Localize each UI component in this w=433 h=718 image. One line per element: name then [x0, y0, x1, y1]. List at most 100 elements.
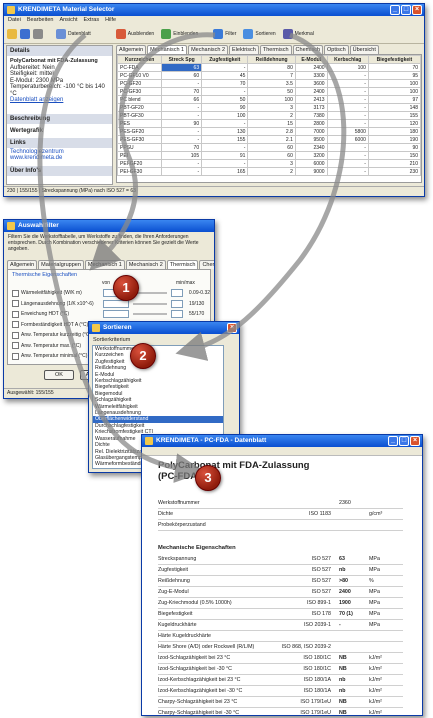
- menu-extras[interactable]: Extras: [84, 16, 100, 25]
- hide-button[interactable]: Ausblenden: [114, 28, 156, 40]
- print-icon[interactable]: [33, 29, 43, 39]
- datasheet-minimize-button[interactable]: _: [388, 436, 398, 446]
- table-row[interactable]: PC-FDA 63-80 2400 100 70: [117, 63, 421, 72]
- save-icon[interactable]: [20, 29, 30, 39]
- menu-datei[interactable]: Datei: [8, 16, 21, 25]
- filter-checkbox[interactable]: [12, 310, 19, 318]
- datasheet-button[interactable]: Datenblatt: [54, 28, 93, 40]
- minimize-button[interactable]: _: [390, 5, 400, 15]
- menu-hilfe[interactable]: Hilfe: [105, 16, 116, 25]
- filter-checkbox[interactable]: [12, 321, 19, 329]
- hide-label: Ausblenden: [127, 31, 155, 37]
- filter-slider[interactable]: [133, 302, 167, 305]
- sort-icon: [243, 29, 254, 39]
- table-row[interactable]: PEI-GF30-165 2 9000-230: [117, 167, 421, 176]
- sort-close-button[interactable]: ×: [227, 323, 237, 333]
- filter-slider[interactable]: [133, 313, 167, 316]
- table-row[interactable]: PPSU 70-60 2340-90: [117, 143, 421, 152]
- filter-from-input[interactable]: [103, 310, 129, 319]
- filter-to-input[interactable]: [171, 299, 183, 308]
- link-1[interactable]: www.krendimeta.de: [10, 155, 109, 162]
- show-button[interactable]: Einblenden: [159, 28, 200, 40]
- tab-mechanisch-2[interactable]: Mechanisch 2: [188, 45, 229, 54]
- column-header[interactable]: Zugfestigkeit: [201, 55, 249, 64]
- table-row[interactable]: PC-GF30 70-50 2400-100: [117, 87, 421, 96]
- main-window: KRENDIMETA Material Selector _ □ × Datei…: [3, 3, 425, 197]
- table-row[interactable]: PBT-GF20-90 3 3173-148: [117, 103, 421, 112]
- table-row[interactable]: PC-GF20-70 3.5 3600-100: [117, 79, 421, 88]
- maximize-button[interactable]: □: [401, 5, 411, 15]
- filter-tab-materialgruppen[interactable]: Materialgruppen: [38, 260, 84, 269]
- property-value: >80: [339, 578, 348, 584]
- tab-mechanisch-1[interactable]: Mechanisch 1: [147, 45, 188, 54]
- property-label: Kugeldruckhärte: [158, 622, 197, 628]
- tab-thermisch[interactable]: Thermisch: [259, 45, 292, 54]
- filter-tab-thermisch[interactable]: Thermisch: [166, 260, 199, 269]
- tab-chemisch[interactable]: Chemisch: [292, 45, 323, 54]
- column-header[interactable]: E-Modul: [294, 55, 328, 64]
- filter-checkbox[interactable]: [12, 300, 19, 308]
- filter-tab-allgemein[interactable]: Allgemein: [7, 260, 38, 269]
- tab-elektrisch[interactable]: Elektrisch: [229, 45, 259, 54]
- menu-ansicht[interactable]: Ansicht: [59, 16, 77, 25]
- datasheet-maximize-button[interactable]: □: [399, 436, 409, 446]
- filter-button[interactable]: Filter: [211, 28, 238, 40]
- tab-optisch[interactable]: Optisch: [324, 45, 349, 54]
- table-cell: 150: [367, 151, 421, 160]
- property-norm: ISO 180/1C: [303, 655, 331, 661]
- filter-item-label: Wärmeleitfähigkeit (W/K m): [21, 290, 82, 297]
- table-row[interactable]: PBT-GF30-100 2 7380-155: [117, 111, 421, 120]
- column-header[interactable]: Kerbschlag: [326, 55, 369, 64]
- table-cell: 60: [247, 143, 296, 152]
- column-header[interactable]: Kurzzeichen: [117, 55, 163, 64]
- table-row[interactable]: PEI 105 91 60 3200-150: [117, 151, 421, 160]
- property-norm: ISO 180/1C: [303, 666, 331, 672]
- filter-checkbox[interactable]: [12, 342, 19, 350]
- table-row[interactable]: PES 90-15 2800-120: [117, 119, 421, 128]
- filter-tab-mechanisch-2[interactable]: Mechanisch 2: [125, 260, 166, 269]
- tab-uebersicht[interactable]: Übersicht: [349, 45, 379, 54]
- table-cell: -: [326, 79, 369, 88]
- filter-tab-chemisch[interactable]: Chemisch: [199, 260, 214, 269]
- table-row[interactable]: PC blend 66 50 100 2413-97: [117, 95, 421, 104]
- filter-tab-mechanisch-1[interactable]: Mechanisch 1: [84, 260, 125, 269]
- table-cell: -: [161, 135, 203, 144]
- datasheet-titlebar[interactable]: KRENDIMETA - PC-FDA - Datenblatt _ □ ×: [142, 435, 422, 447]
- datasheet-link[interactable]: Datenblatt anzeigen: [10, 97, 109, 104]
- datasheet-row: Zug-Kriechmodul (0.5% 1000h) ISO 899-1 190…: [158, 598, 403, 609]
- column-header[interactable]: Streck Spg: [161, 55, 203, 64]
- filter-to-input[interactable]: [171, 310, 183, 319]
- feature-button[interactable]: Merkmal: [281, 28, 316, 40]
- table-panel: Allgemein Mechanisch 1 Mechanisch 2 Elek…: [116, 45, 422, 185]
- filter-to-input[interactable]: [170, 289, 183, 298]
- table-cell: 2.1: [247, 135, 296, 144]
- table-cell: 45: [201, 71, 249, 80]
- sort-button[interactable]: Sortieren: [241, 28, 277, 40]
- hide-icon: [115, 29, 126, 39]
- tab-allgemein[interactable]: Allgemein: [116, 45, 147, 54]
- table-cell: 165: [201, 167, 249, 176]
- table-row[interactable]: PEI-GF20- -3 6000-210: [117, 159, 421, 168]
- close-button[interactable]: ×: [412, 5, 422, 15]
- filter-checkbox[interactable]: [12, 352, 19, 360]
- table-row[interactable]: PES-GF30-155 2.1 9500 6000 190: [117, 135, 421, 144]
- table-row[interactable]: PES-GF20-130 2.8 7000 5800 180: [117, 127, 421, 136]
- property-norm: ISO 899-1: [306, 600, 331, 606]
- filter-checkbox[interactable]: [12, 331, 19, 339]
- filter-titlebar[interactable]: Auswahlfilter: [4, 220, 214, 232]
- column-header[interactable]: Reißdehnung: [247, 55, 296, 64]
- datasheet-close-button[interactable]: ×: [410, 436, 420, 446]
- table-cell: 100: [367, 87, 421, 96]
- column-header[interactable]: Biegefestigkeit: [367, 55, 421, 64]
- open-icon[interactable]: [7, 29, 17, 39]
- property-norm: ISO 2039-1: [303, 622, 331, 628]
- filter-checkbox[interactable]: [12, 289, 19, 297]
- property-norm: [273, 498, 339, 508]
- sort-titlebar[interactable]: Sortieren ×: [89, 322, 239, 334]
- filter-ok-button[interactable]: OK: [44, 370, 74, 380]
- property-value: 2360: [339, 500, 351, 506]
- menu-bearbeiten[interactable]: Bearbeiten: [27, 16, 54, 25]
- main-titlebar[interactable]: KRENDIMETA Material Selector _ □ ×: [4, 4, 424, 16]
- property-unit: [369, 631, 399, 641]
- table-row[interactable]: PC-GF10 V0 60 45 7 3300-95: [117, 71, 421, 80]
